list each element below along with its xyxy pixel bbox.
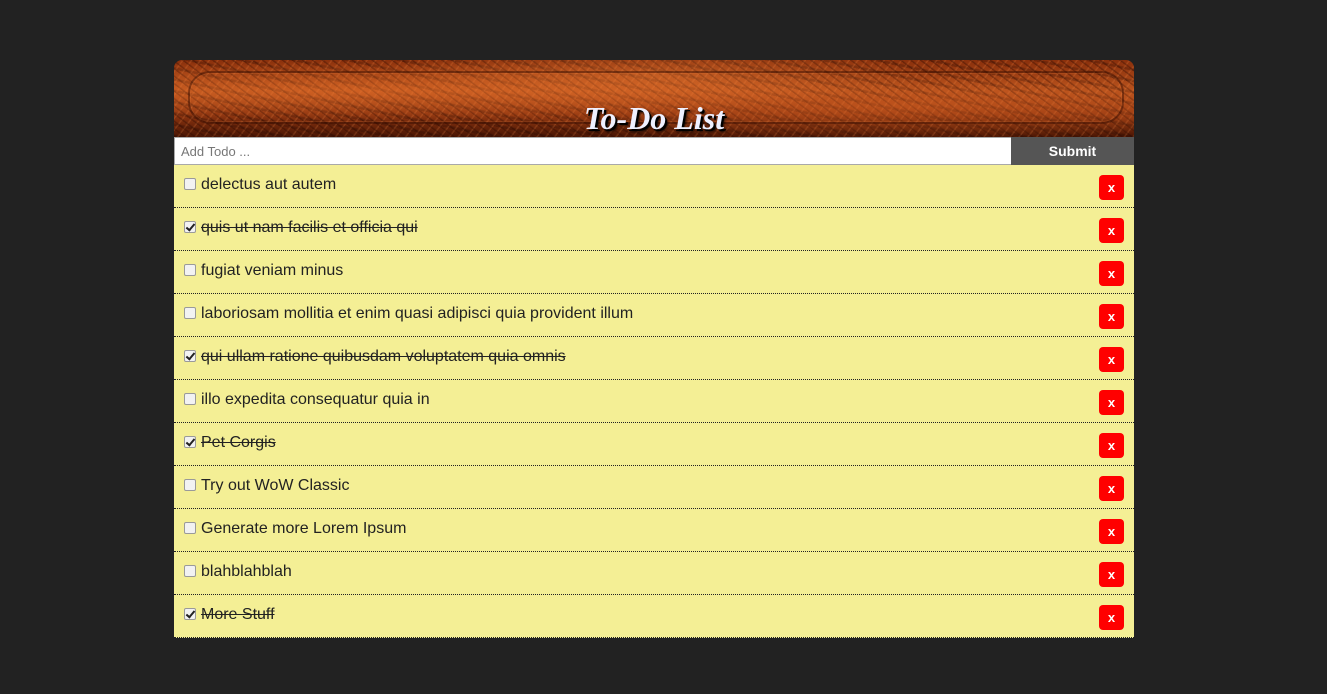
delete-todo-button[interactable]: x [1099,476,1124,501]
todo-app: To-Do List Submit delectus aut autem x q… [174,60,1134,638]
add-todo-input[interactable] [174,137,1011,165]
todo-checkbox[interactable] [184,436,196,448]
todo-item: Generate more Lorem Ipsum x [174,509,1134,552]
todo-checkbox[interactable] [184,565,196,577]
delete-todo-button[interactable]: x [1099,218,1124,243]
todo-item: More Stuff x [174,595,1134,638]
todo-checkbox[interactable] [184,393,196,405]
todo-item: qui ullam ratione quibusdam voluptatem q… [174,337,1134,380]
todo-title: laboriosam mollitia et enim quasi adipis… [201,305,634,322]
todo-title: qui ullam ratione quibusdam voluptatem q… [201,348,566,365]
delete-todo-button[interactable]: x [1099,347,1124,372]
todo-title: blahblahblah [201,563,292,580]
todo-item: laboriosam mollitia et enim quasi adipis… [174,294,1134,337]
delete-todo-button[interactable]: x [1099,605,1124,630]
todo-item: Pet Corgis x [174,423,1134,466]
delete-todo-button[interactable]: x [1099,261,1124,286]
todo-item: blahblahblah x [174,552,1134,595]
todo-checkbox[interactable] [184,522,196,534]
todo-title: Pet Corgis [201,434,276,451]
todo-item: Try out WoW Classic x [174,466,1134,509]
submit-button[interactable]: Submit [1011,137,1134,165]
delete-todo-button[interactable]: x [1099,304,1124,329]
todo-checkbox[interactable] [184,608,196,620]
todo-title: fugiat veniam minus [201,262,344,279]
todo-item: delectus aut autem x [174,165,1134,208]
app-header: To-Do List [174,60,1134,137]
todo-checkbox[interactable] [184,350,196,362]
todo-item: quis ut nam facilis et officia qui x [174,208,1134,251]
todo-checkbox[interactable] [184,307,196,319]
todo-title: Try out WoW Classic [201,477,350,494]
todo-title: illo expedita consequatur quia in [201,391,430,408]
todo-checkbox[interactable] [184,221,196,233]
todo-title: delectus aut autem [201,176,337,193]
delete-todo-button[interactable]: x [1099,433,1124,458]
todo-checkbox[interactable] [184,178,196,190]
todo-title: Generate more Lorem Ipsum [201,520,407,537]
delete-todo-button[interactable]: x [1099,175,1124,200]
delete-todo-button[interactable]: x [1099,562,1124,587]
todo-title: More Stuff [201,606,275,623]
todo-checkbox[interactable] [184,264,196,276]
todo-title: quis ut nam facilis et officia qui [201,219,418,236]
todo-item: fugiat veniam minus x [174,251,1134,294]
delete-todo-button[interactable]: x [1099,519,1124,544]
todo-list: delectus aut autem x quis ut nam facilis… [174,165,1134,638]
todo-item: illo expedita consequatur quia in x [174,380,1134,423]
todo-checkbox[interactable] [184,479,196,491]
add-todo-form: Submit [174,137,1134,165]
delete-todo-button[interactable]: x [1099,390,1124,415]
app-title: To-Do List [583,100,725,137]
